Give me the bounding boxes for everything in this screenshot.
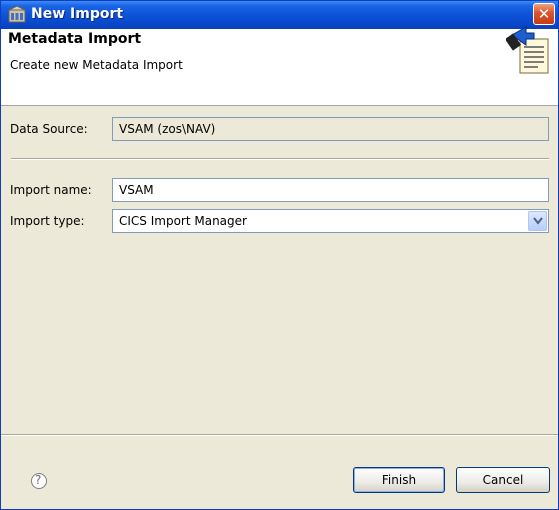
title-bar[interactable]: New Import ✕ <box>1 1 558 29</box>
form-separator <box>11 158 549 160</box>
help-glyph: ? <box>35 473 42 487</box>
dropdown-button[interactable] <box>528 211 547 231</box>
close-button[interactable]: ✕ <box>533 3 555 25</box>
wizard-banner: Metadata Import Create new Metadata Impo… <box>1 26 558 106</box>
footer-separator <box>1 434 558 436</box>
help-icon[interactable]: ? <box>30 472 48 490</box>
import-type-label: Import type: <box>10 214 85 228</box>
data-source-label: Data Source: <box>10 122 88 136</box>
new-import-dialog: New Import ✕ Metadata Import Create new … <box>0 0 559 510</box>
cancel-button[interactable]: Cancel <box>456 467 550 493</box>
import-wizard-icon <box>504 25 552 75</box>
page-description: Create new Metadata Import <box>10 58 183 72</box>
import-type-select[interactable]: CICS Import Manager <box>112 209 549 233</box>
window-title: New Import <box>31 6 124 22</box>
import-name-input[interactable]: VSAM <box>112 178 549 202</box>
app-icon <box>8 5 26 24</box>
import-type-value: CICS Import Manager <box>119 214 247 228</box>
import-name-label: Import name: <box>10 183 92 197</box>
page-title: Metadata Import <box>8 31 142 47</box>
data-source-field: VSAM (zos\NAV) <box>112 117 549 141</box>
chevron-down-icon <box>533 217 543 225</box>
finish-button[interactable]: Finish <box>353 467 445 493</box>
